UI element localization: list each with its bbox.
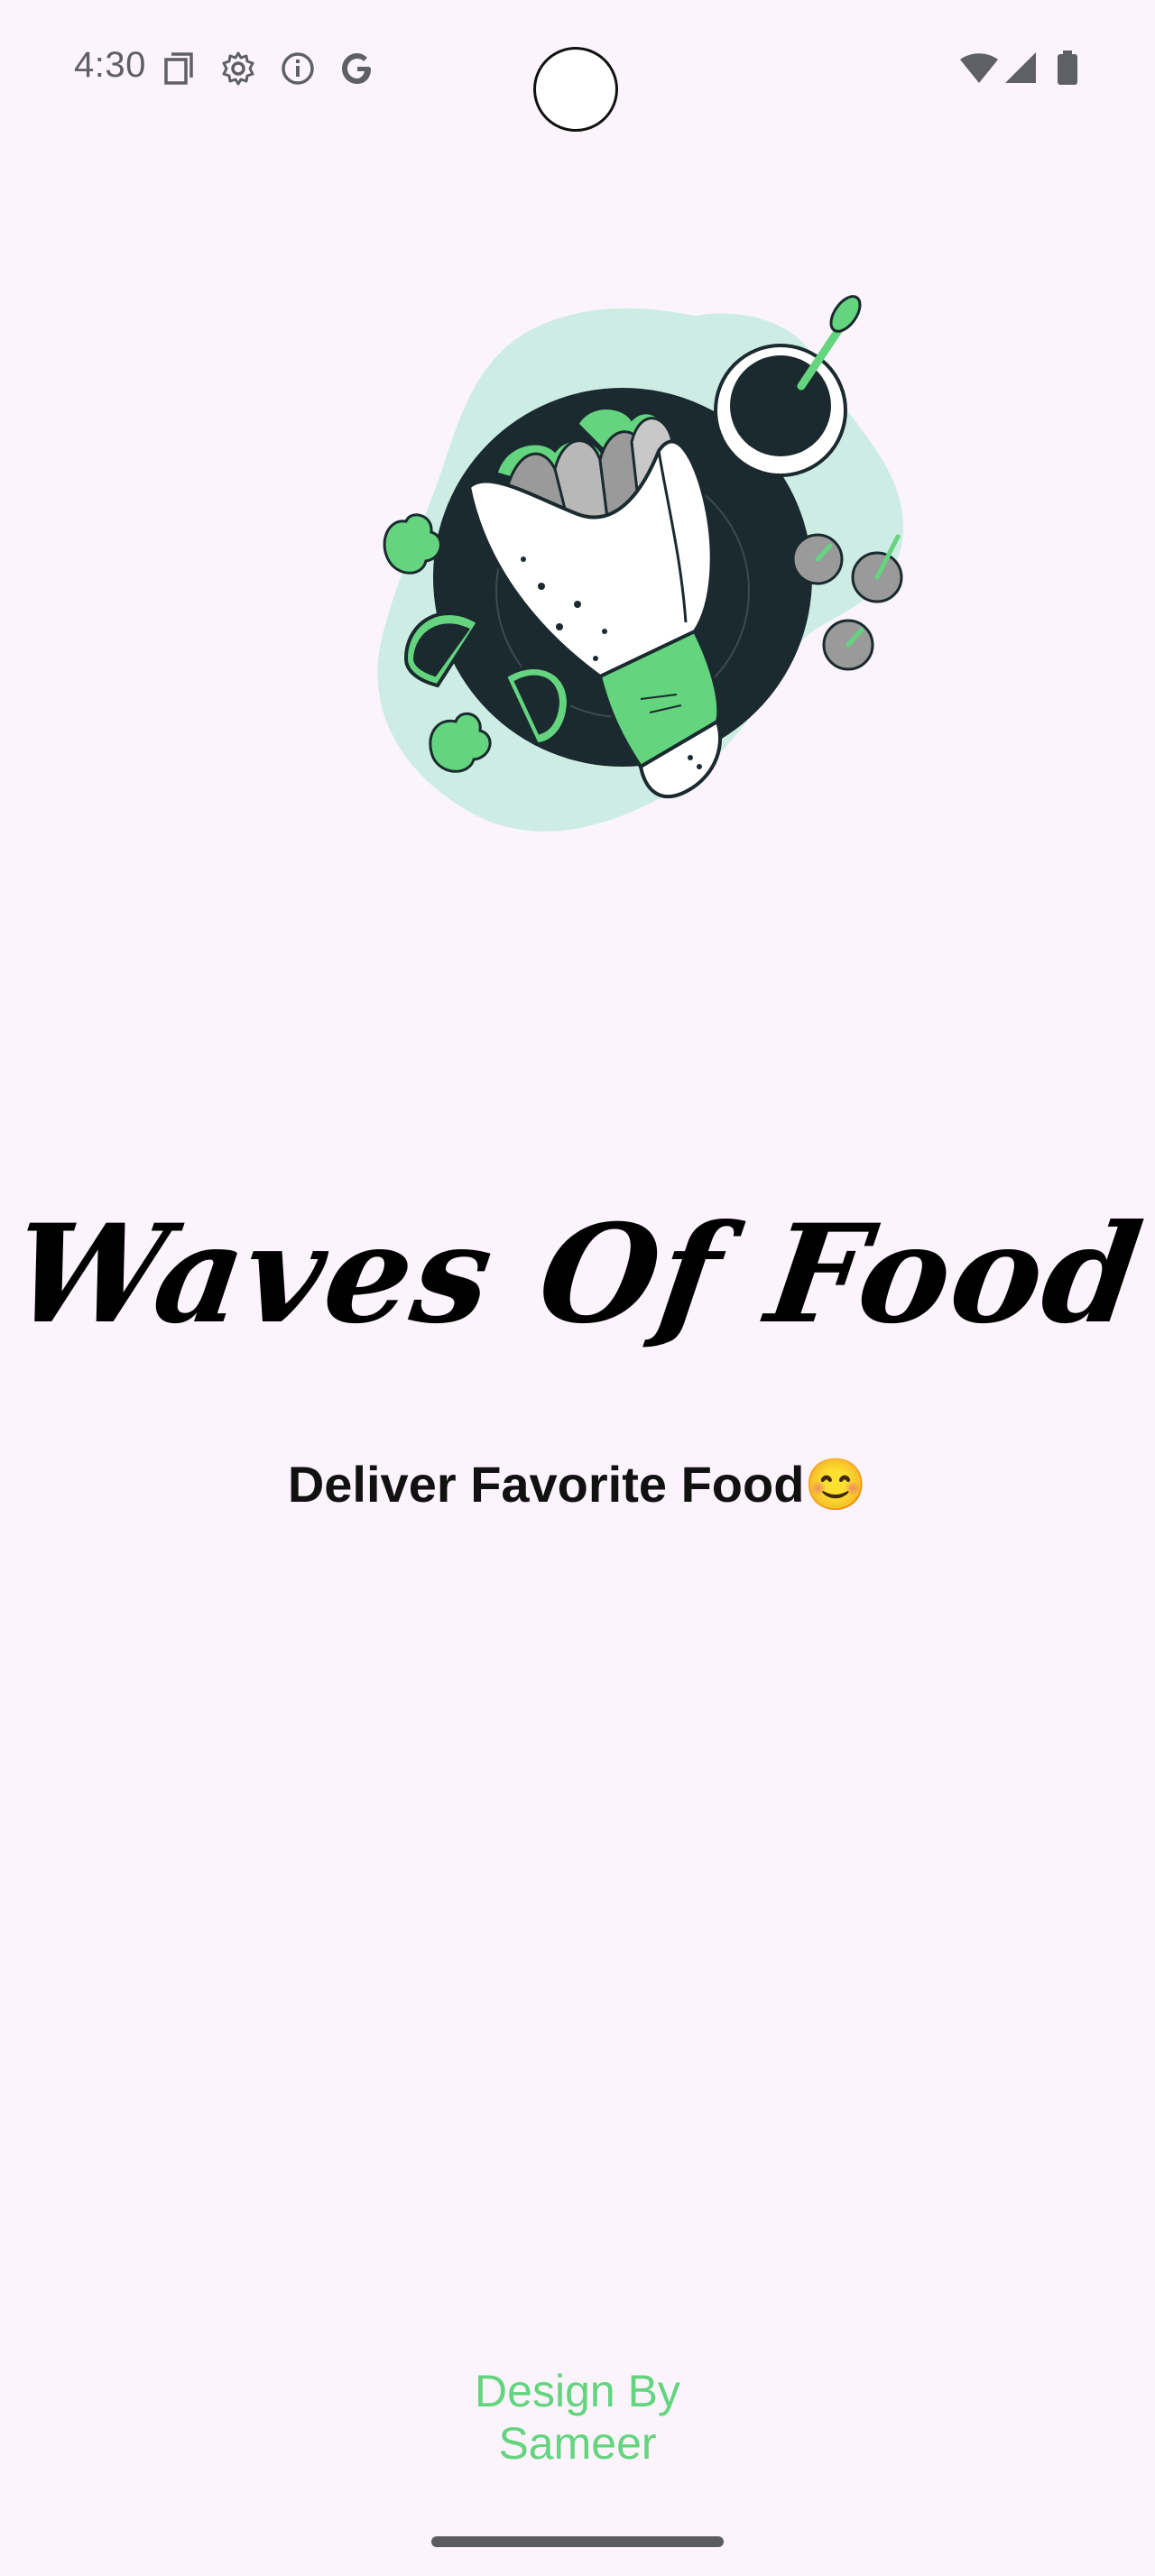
home-indicator[interactable] xyxy=(431,2536,724,2547)
status-time: 4:30 xyxy=(74,45,146,85)
credit-line-2: Sameer xyxy=(498,2418,657,2469)
info-icon xyxy=(280,51,316,87)
app-title: Waves Of Food xyxy=(3,1195,1152,1354)
design-credit: Design By Sameer xyxy=(0,2365,1155,2470)
camera-cutout xyxy=(533,47,618,132)
battery-icon xyxy=(1056,51,1079,87)
status-bar: 4:30 xyxy=(0,0,1155,144)
wifi-icon xyxy=(958,51,1000,87)
signal-icon xyxy=(1003,51,1040,87)
sim-card-icon xyxy=(161,51,197,87)
credit-line-1: Design By xyxy=(475,2366,680,2416)
splash-screen: 4:30 Waves Of Food Deliver Favorite Food… xyxy=(0,0,1155,2576)
food-wrap-plate-icon xyxy=(370,289,920,866)
google-icon xyxy=(339,51,375,87)
tagline: Deliver Favorite Food😊 xyxy=(287,1456,868,1513)
gear-icon xyxy=(220,51,256,87)
